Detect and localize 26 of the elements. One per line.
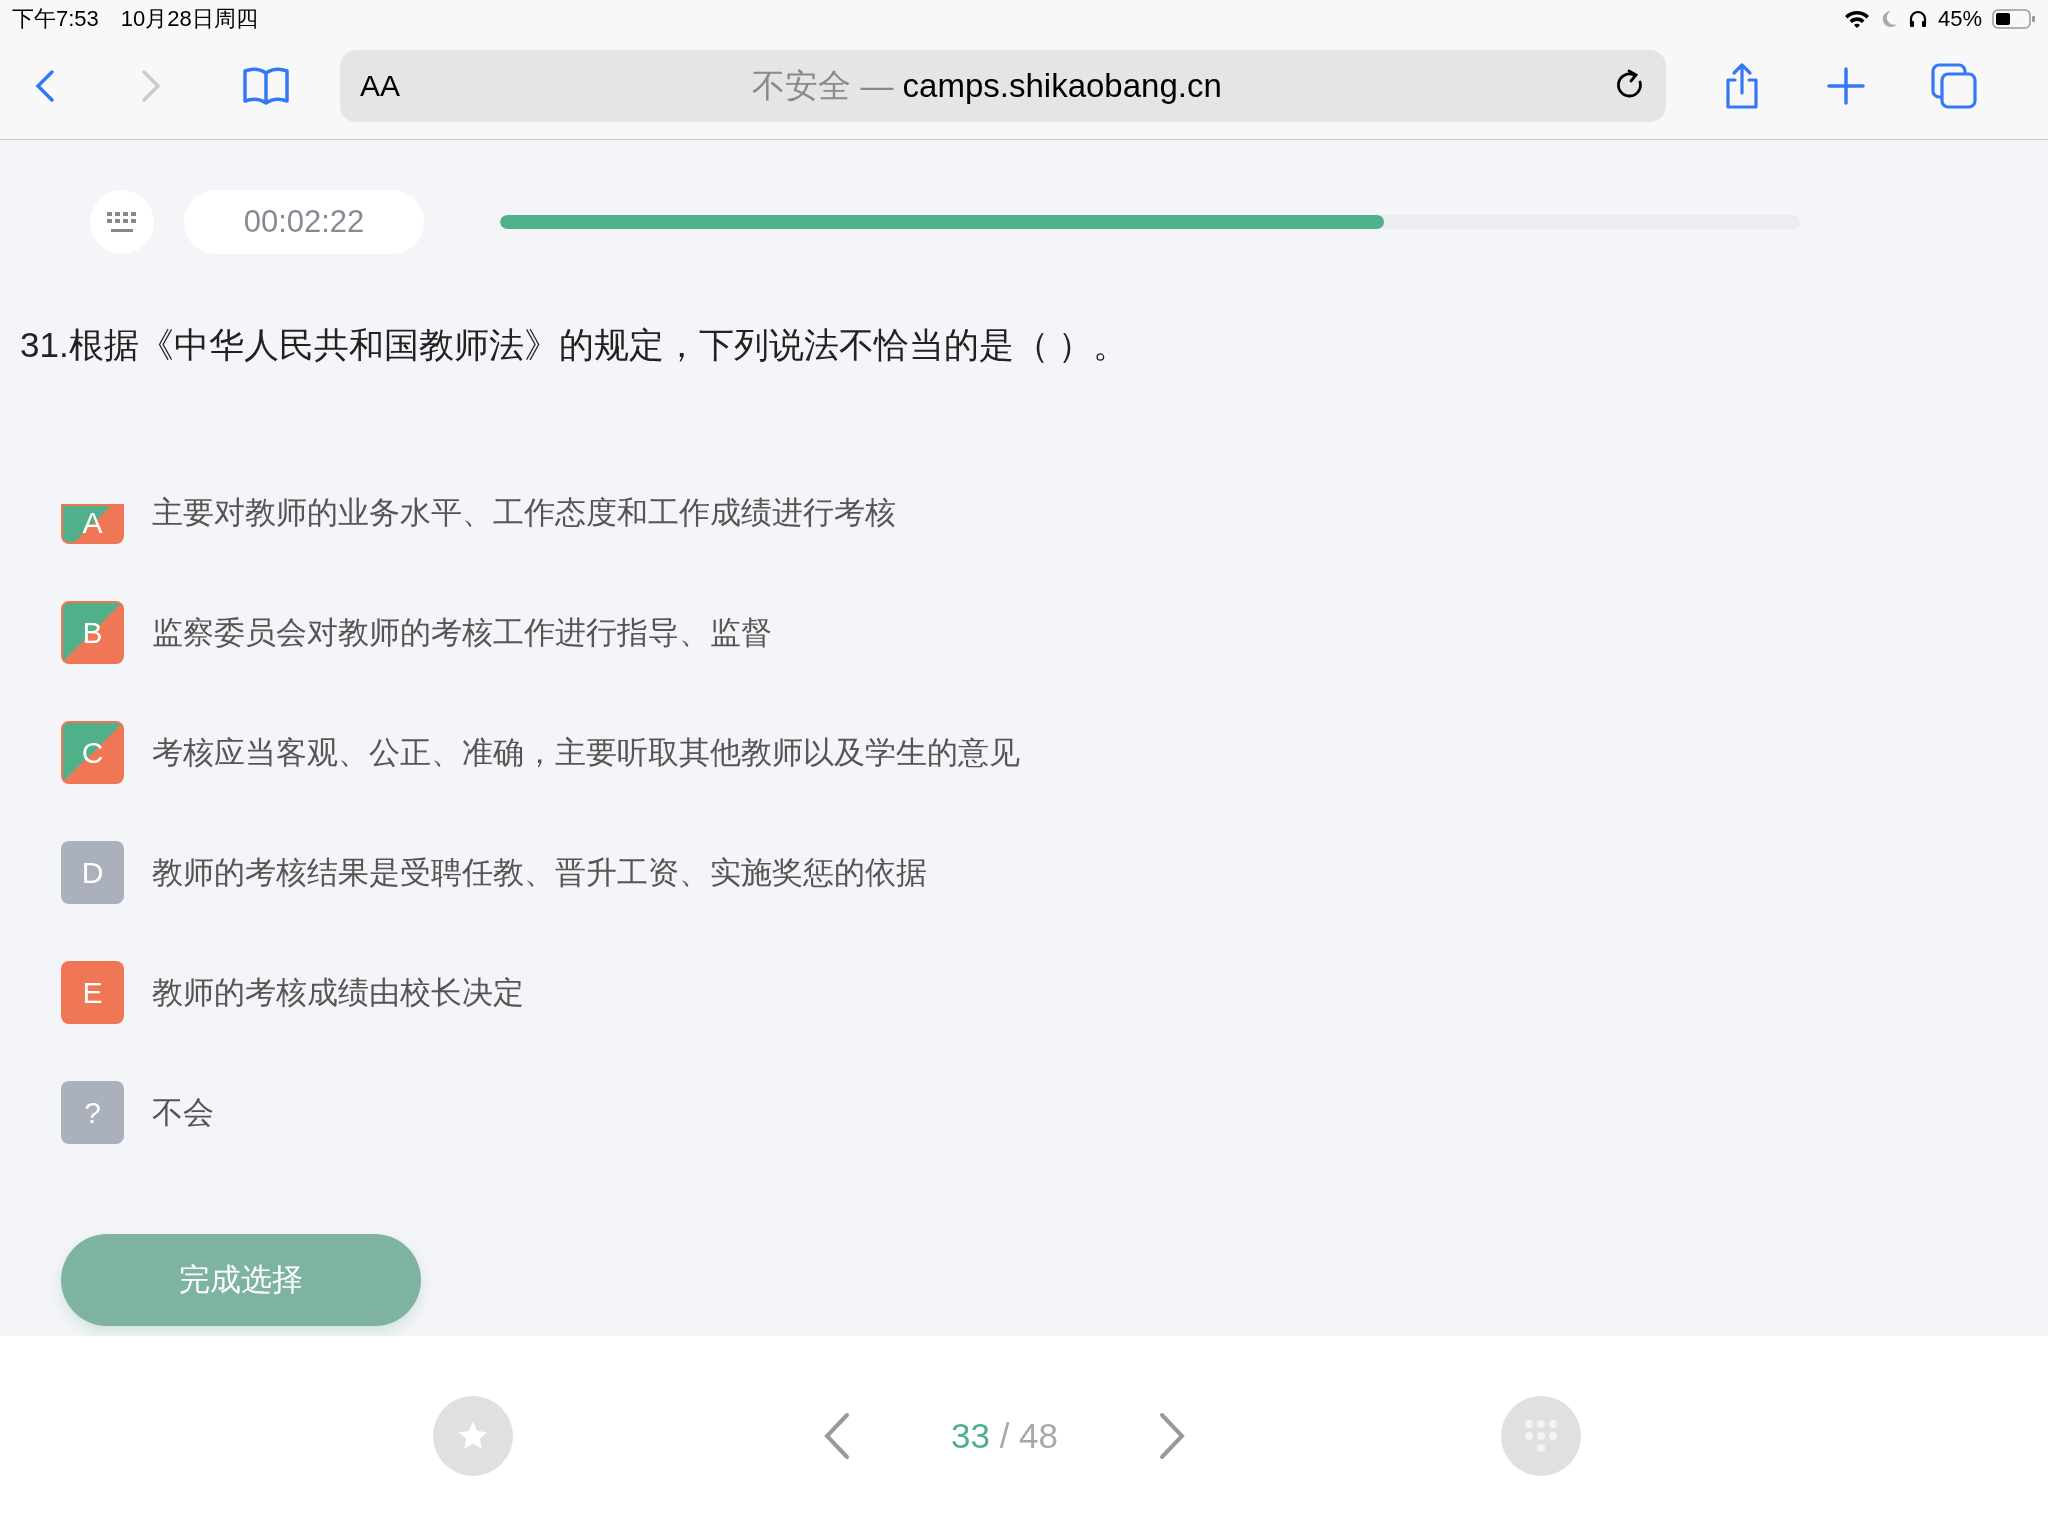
wifi-icon: [1843, 9, 1870, 29]
security-label: 不安全 —: [752, 66, 894, 104]
plus-icon[interactable]: [1826, 66, 1866, 106]
keyboard-icon: [105, 210, 139, 234]
address-bar[interactable]: AA 不安全 — camps.shikaobang.cn: [340, 50, 1666, 122]
option-text[interactable]: 考核应当客观、公正、准确，主要听取其他教师以及学生的意见: [152, 731, 1020, 774]
book-icon[interactable]: [242, 66, 290, 106]
next-icon[interactable]: [1158, 1411, 1187, 1461]
url-text: camps.shikaobang.cn: [902, 66, 1222, 104]
headphones-icon: [1907, 9, 1928, 29]
option-text[interactable]: 监察委员会对教师的考核工作进行指导、监督: [152, 611, 772, 654]
battery-icon: [1992, 8, 2036, 30]
text-size-button[interactable]: AA: [340, 69, 421, 103]
previous-icon[interactable]: [823, 1411, 851, 1461]
total-pages: / 48: [999, 1416, 1059, 1455]
option-text[interactable]: 不会: [152, 1091, 214, 1134]
current-page: 33: [951, 1416, 990, 1455]
question-text: 31.根据《中华人民共和国教师法》的规定，下列说法不恰当的是（ ）。: [20, 324, 1130, 366]
option-text[interactable]: 教师的考核结果是受聘任教、晋升工资、实施奖惩的依据: [152, 851, 927, 894]
status-time: 下午7:53: [12, 5, 99, 33]
status-date: 10月28日周四: [120, 5, 258, 33]
option-text[interactable]: 主要对教师的业务水平、工作态度和工作成绩进行考核: [152, 491, 896, 534]
battery-percent: 45%: [1937, 6, 1982, 32]
option-text[interactable]: 教师的考核成绩由校长决定: [152, 971, 524, 1014]
tabs-icon[interactable]: [1930, 62, 1978, 110]
timer: 00:02:22: [184, 190, 424, 254]
